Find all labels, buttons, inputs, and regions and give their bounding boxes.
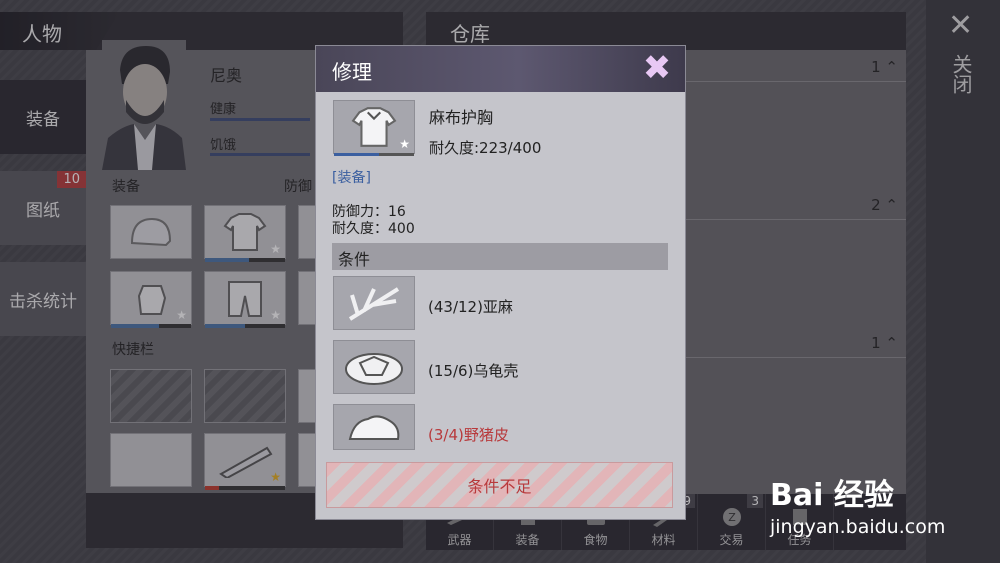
quality-star-icon: ★ <box>399 137 410 151</box>
boar-hide-icon <box>348 415 400 440</box>
durability-bar <box>334 153 414 156</box>
turtle-shell-icon <box>345 353 403 385</box>
repair-dialog-title: 修理 <box>332 60 372 84</box>
repair-item-category: [装备] <box>332 170 371 186</box>
condition-flax-thumbnail <box>333 276 415 330</box>
repair-dialog-header: 修理 ✖ <box>316 46 685 92</box>
watermark-logo: Bai 经验 <box>770 478 894 513</box>
watermark-url: jingyan.baidu.com <box>770 516 946 538</box>
repair-item-durability: 耐久度:223/400 <box>429 139 542 157</box>
condition-shell-thumbnail <box>333 340 415 394</box>
condition-turtle-shell: (15/6)乌龟壳 <box>428 362 519 380</box>
conditions-title: 条件 <box>338 250 371 269</box>
flax-icon <box>348 287 400 321</box>
repair-item-defense: 防御力：16 <box>332 204 406 220</box>
repair-button-label: 条件不足 <box>467 477 532 496</box>
repair-dialog: 修理 ✖ ★ 麻布护胸 耐久度:223/400 [装备] 防御力：16 耐久度：… <box>315 45 686 520</box>
condition-boarskin-thumbnail <box>333 404 415 450</box>
shirt-icon <box>351 107 397 147</box>
repair-item-thumbnail: ★ <box>333 100 415 156</box>
repair-item-name: 麻布护胸 <box>429 108 494 127</box>
repair-button[interactable]: 条件不足 <box>326 462 673 508</box>
close-icon[interactable]: ✖ <box>639 50 675 86</box>
condition-boar-hide: (3/4)野猪皮 <box>428 426 509 444</box>
conditions-header: 条件 <box>332 243 668 270</box>
repair-item-max-durability: 耐久度：400 <box>332 221 415 237</box>
condition-flax: (43/12)亚麻 <box>428 298 513 316</box>
